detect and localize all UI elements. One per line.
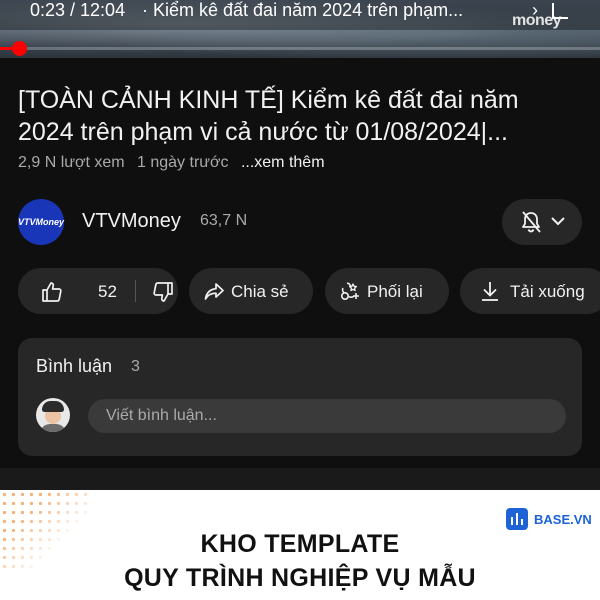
user-avatar [36, 398, 70, 432]
remix-icon [340, 282, 359, 301]
upload-age: 1 ngày trước [137, 154, 229, 171]
channel-watermark: money [512, 12, 562, 29]
dislike-icon[interactable] [151, 280, 175, 304]
progress-bar[interactable] [0, 41, 600, 56]
video-title: [TOÀN CẢNH KINH TẾ] Kiểm kê đất đai năm … [18, 86, 519, 146]
ad-headline: KHO TEMPLATE [200, 530, 400, 558]
like-count: 52 [98, 282, 117, 301]
bell-off-icon [522, 211, 541, 233]
video-meta[interactable]: 2,9 N lượt xem 1 ngày trước ...xem thêm [18, 154, 333, 172]
avatar-hair [42, 401, 64, 412]
channel-avatar[interactable]: VTVMoney [18, 199, 64, 245]
ad-brand-name: BASE.VN [534, 511, 592, 527]
section-divider [0, 468, 600, 490]
like-dislike-group: 52 [18, 268, 178, 314]
video-player[interactable]: 0:23 / 12:04 · Kiểm kê đất đai năm 2024 … [0, 0, 600, 58]
ad-subheadline: QUY TRÌNH NGHIỆP VỤ MẪU [124, 564, 476, 592]
avatar-shirt [40, 424, 66, 432]
chevron-down-icon [551, 217, 565, 226]
show-more-link[interactable]: ...xem thêm [241, 154, 325, 171]
comments-title: Bình luận [36, 356, 113, 376]
ad-banner[interactable]: BASE.VN KHO TEMPLATE QUY TRÌNH NGHIỆP VỤ… [0, 490, 600, 600]
download-label: Tải xuống [510, 282, 585, 301]
player-title: · Kiểm kê đất đai năm 2024 trên phạm... [142, 0, 464, 20]
download-icon [482, 282, 498, 301]
notification-button[interactable] [502, 199, 582, 245]
like-icon[interactable] [40, 280, 64, 304]
channel-name[interactable]: VTVMoney [82, 210, 181, 233]
remix-label: Phối lại [367, 282, 423, 301]
comment-input[interactable]: Viết bình luận... [88, 399, 566, 433]
player-time: 0:23 / 12:04 [30, 0, 126, 20]
share-label: Chia sẻ [231, 282, 289, 301]
ad-brand-logo: BASE.VN [506, 508, 592, 530]
remix-button[interactable]: Phối lại [325, 268, 449, 314]
share-icon [204, 283, 224, 300]
share-button[interactable]: Chia sẻ [189, 268, 313, 314]
download-button[interactable]: Tải xuống [460, 268, 600, 314]
comments-count: 3 [131, 358, 140, 375]
channel-avatar-logo: VTVMoney [18, 217, 65, 227]
divider [135, 280, 136, 302]
base-logo-icon [506, 508, 528, 530]
comments-section[interactable]: Bình luận 3 Viết bình luận... [18, 338, 582, 456]
subscriber-count: 63,7 N [200, 212, 248, 229]
view-count: 2,9 N lượt xem [18, 154, 125, 171]
comment-placeholder: Viết bình luận... [106, 407, 217, 424]
